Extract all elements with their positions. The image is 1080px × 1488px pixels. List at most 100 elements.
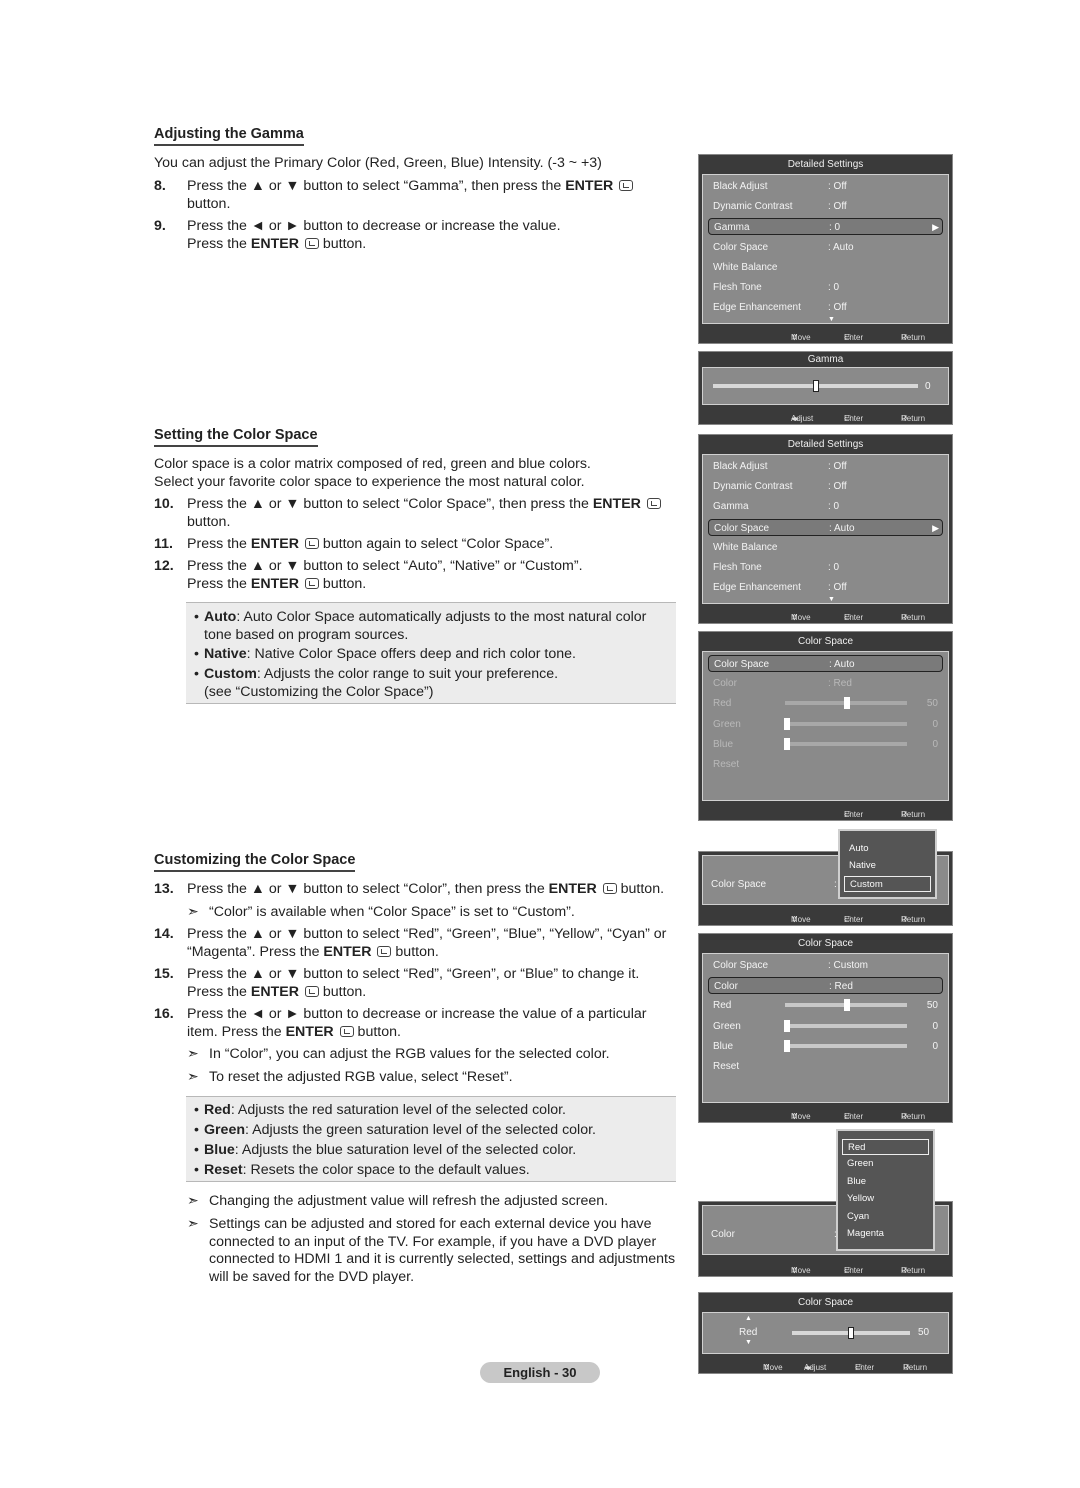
slider-track[interactable] [785,741,907,746]
menu-item[interactable]: Flesh Tone: 0 [708,559,943,576]
menu-item[interactable]: Flesh Tone: 0 [708,279,943,296]
menu-item[interactable]: Gamma: 0 ▶ [708,218,943,236]
slider-knob[interactable] [844,999,850,1012]
dropdown-option[interactable]: Auto [844,841,931,857]
step-number: 14. [154,926,174,942]
menu-item[interactable]: Color Space: Auto [708,655,943,672]
menu-item[interactable]: Edge Enhancement: Off [708,299,943,316]
scroll-down-icon[interactable]: ▼ [828,316,835,323]
osd-menu-body: Black Adjust: Off Dynamic Contrast: Off Ga… [702,174,949,324]
slider-knob[interactable] [844,697,850,710]
step-text: Press the ▲ or ▼ button to select “Gamma… [187,178,634,213]
step-number: 8. [154,178,166,194]
slider-row-red[interactable]: Red 50 [708,695,943,712]
osd-title: Gamma [807,354,844,365]
step-number: 9. [154,218,166,234]
bold-text: ENTER [565,178,614,194]
dropdown-option[interactable]: Magenta [842,1226,929,1242]
dropdown-option[interactable]: Blue [842,1174,929,1190]
red-slider-knob[interactable] [848,1327,854,1339]
menu-item[interactable]: Dynamic Contrast: Off [708,478,943,495]
hint-text: Move [791,613,811,622]
text: (see “Customizing the Color Space”) [204,683,434,700]
osd-red-slider: Color Space ▲ Red ▼ 50 ⇕ Move ◂▸ Adjust ⏎… [698,1292,953,1374]
note-13: ➣ “Color” is available when “Color Space… [187,904,687,922]
text: item. Press the [187,1023,286,1040]
bold-text: ENTER [250,536,299,552]
slider-row-red[interactable]: Red 50 [708,997,943,1014]
dropdown-option[interactable]: Green [842,1156,929,1172]
dropdown-option[interactable]: Yellow [842,1191,929,1207]
hint-text: Adjust [791,414,814,423]
text: Press the ◄ or ► button to decrease or i… [187,218,561,234]
menu-item[interactable]: Color: Red [708,675,943,692]
color-space-dropdown[interactable]: Auto Native Custom [838,829,937,899]
menu-item[interactable]: Color Space: Auto [708,239,943,256]
menu-item-label: Color Space [713,960,769,971]
enter-icon [304,237,319,249]
down-arrow-icon[interactable]: ▼ [745,1339,752,1346]
slider-row-blue[interactable]: Blue 0 [708,736,943,753]
bullet-text: Reset: Resets the color space to the def… [204,1162,530,1180]
menu-item[interactable]: Black Adjust: Off [708,458,943,475]
slider-track[interactable] [785,1043,907,1048]
osd-footer: ◂▸ Adjust ⏎ Enter ↺ Return [699,404,952,424]
hint-text: Enter [844,915,864,924]
up-arrow-icon[interactable]: ▲ [745,1315,752,1322]
osd-detailed-settings-gamma: Detailed Settings Black Adjust: Off Dynam… [698,154,953,344]
dropdown-option[interactable]: Native [844,858,931,874]
text: Press the ▲ or ▼ button to select “Gamma… [187,178,566,194]
text: Color space is a color matrix composed o… [154,456,591,472]
slider-track[interactable] [785,1023,907,1028]
enter-icon [602,883,617,894]
menu-item[interactable]: Dynamic Contrast: Off [708,198,943,215]
osd-footer: ⇕ Move ⏎ Enter ↺ Return [699,323,952,343]
text: : Native Color Space offers deep and ric… [246,646,576,662]
osd-footer: ⇕ Move ◂▸ Adjust ⏎ Enter ↺ Return [699,1353,952,1373]
text: Press the ▲ or ▼ button to select “Color… [187,881,549,897]
enter-icon [304,985,319,997]
osd-title: Detailed Settings [787,159,864,170]
slider-track[interactable] [785,721,907,726]
slider-row-blue[interactable]: Blue 0 [708,1038,943,1055]
menu-item-value: : Off [828,481,847,493]
color-dropdown[interactable]: Red Green Blue Yellow Cyan Magenta [836,1129,935,1251]
dropdown-option[interactable]: Red [842,1139,929,1155]
osd-footer: ⇕ Move ⏎ Enter ↺ Return [699,1256,952,1276]
bullet-dot: • [194,1162,199,1178]
slider-knob[interactable] [784,737,790,750]
menu-item[interactable]: Color Space: Auto ▶ [708,518,943,536]
hint-text: Return [901,810,926,819]
slider-knob[interactable] [784,717,790,730]
heading-text: Adjusting the Gamma [154,126,304,146]
menu-item-label: Black Adjust [713,461,768,472]
menu-item[interactable]: White Balance [708,539,943,556]
reset-item[interactable]: Reset [708,756,943,773]
hint-text: Move [791,333,811,342]
hint-text: Enter [844,333,864,342]
menu-item[interactable]: Color: Red [708,977,943,995]
color-space-options-box: • Auto: Auto Color Space automatically a… [186,602,676,704]
slider-row-green[interactable]: Green 0 [708,1018,943,1035]
slider-knob[interactable] [784,1019,790,1032]
reset-item[interactable]: Reset [708,1058,943,1075]
hint-text: Return [901,1266,926,1275]
menu-item[interactable]: Color Space: Custom [708,957,943,974]
page-number-badge: English - 30 [480,1362,600,1383]
gamma-slider-knob[interactable] [812,380,819,392]
color-label: Color [711,1229,735,1240]
dropdown-option[interactable]: Custom [844,875,931,892]
menu-item-value: : Off [828,582,847,594]
slider-row-green[interactable]: Green 0 [708,716,943,733]
scroll-down-icon[interactable]: ▼ [828,596,835,603]
slider-label: Blue [713,1040,734,1052]
slider-value: 50 [926,698,938,710]
dropdown-option[interactable]: Cyan [842,1209,929,1225]
menu-item[interactable]: Gamma: 0 [708,498,943,515]
submenu-arrow-icon: ▶ [932,522,939,533]
menu-item[interactable]: Edge Enhancement: Off [708,579,943,596]
slider-knob[interactable] [784,1039,790,1052]
enter-icon [304,538,319,549]
menu-item[interactable]: Black Adjust: Off [708,178,943,195]
menu-item[interactable]: White Balance [708,259,943,276]
